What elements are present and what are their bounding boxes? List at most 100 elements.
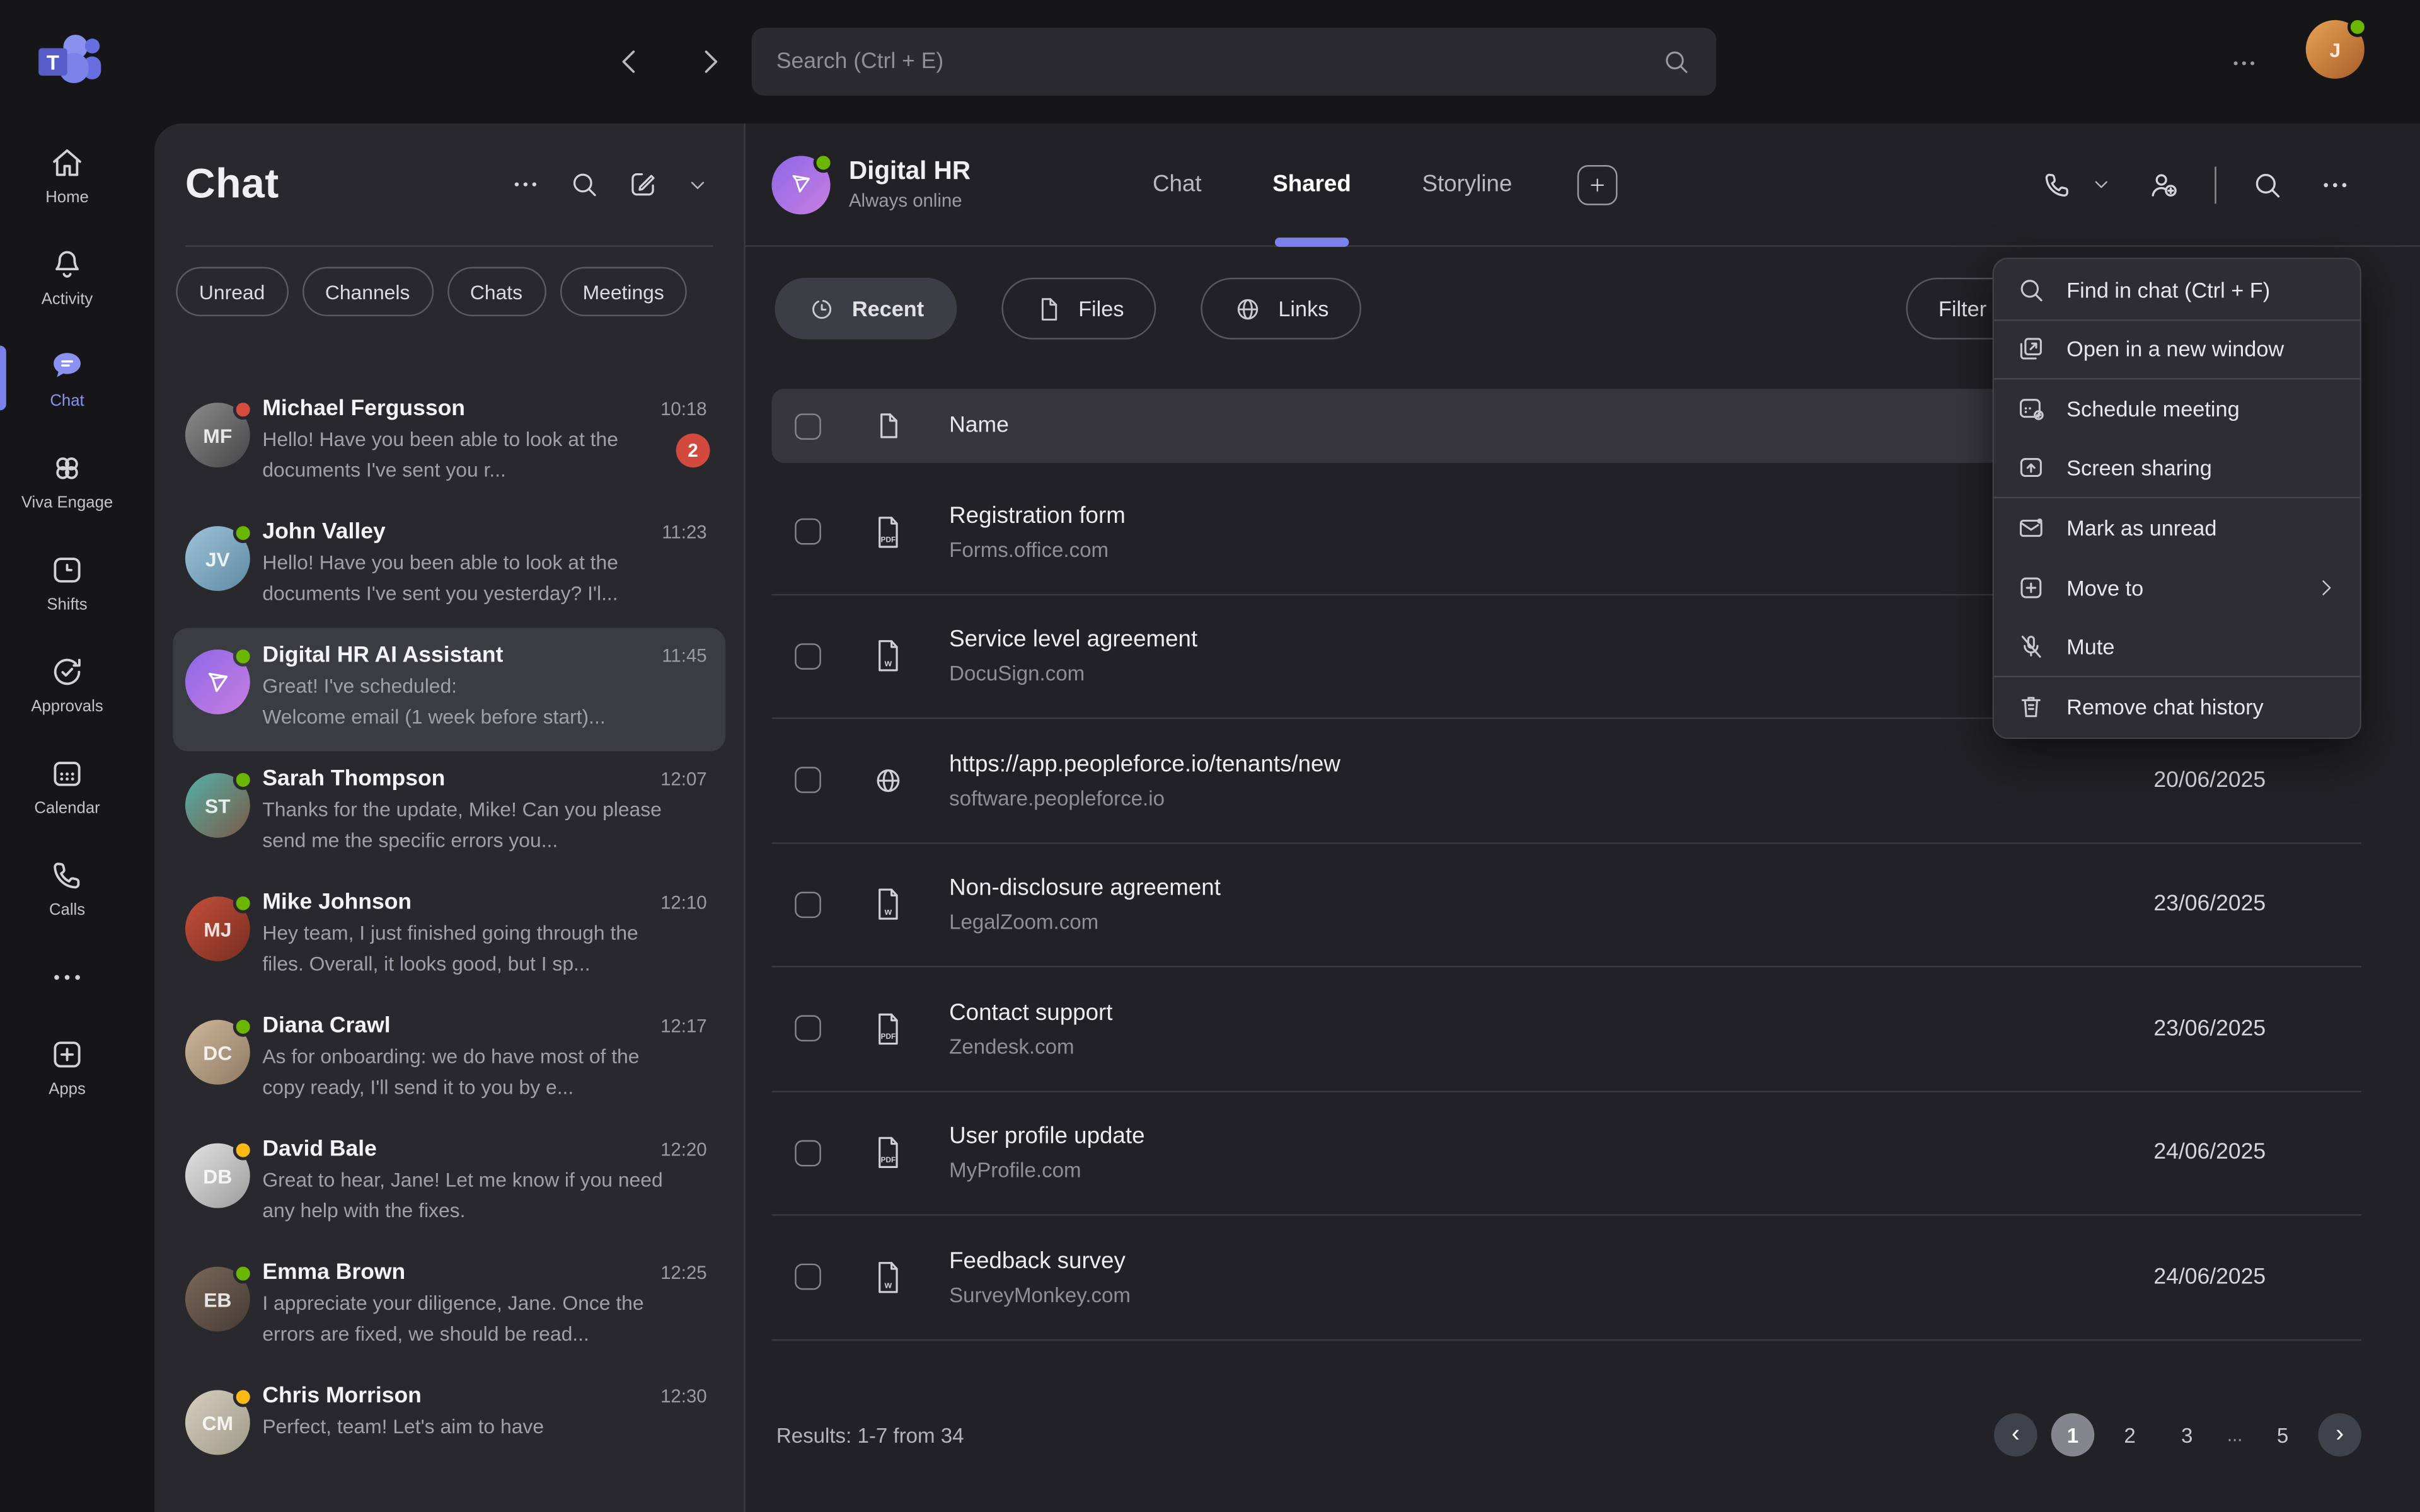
presence-indicator [233, 646, 253, 667]
avatar: MF [185, 403, 250, 467]
page-button[interactable]: 3 [2165, 1413, 2209, 1457]
forward-button[interactable] [691, 40, 729, 84]
page-button[interactable]: ... [2223, 1413, 2247, 1457]
menu-item-label: Move to [2066, 575, 2143, 600]
menu-item[interactable]: Mute [1994, 617, 2360, 677]
rail-item[interactable]: Chat [0, 327, 134, 429]
select-all-checkbox[interactable] [795, 413, 821, 439]
chat-filter-pill[interactable]: Chats [447, 267, 546, 316]
menu-item-icon [2015, 452, 2046, 483]
conversation-preview: Hello! Have you been able to look at the… [262, 547, 706, 608]
rail-item[interactable]: Calls [0, 836, 134, 938]
row-checkbox[interactable] [795, 518, 821, 545]
menu-item[interactable]: Open in a new window [1994, 320, 2360, 379]
chat-options-button[interactable] [2318, 168, 2352, 202]
find-in-chat-button[interactable] [2250, 168, 2285, 202]
plus-icon [1586, 174, 1608, 195]
chat-tabs: Chat Shared Storyline [1153, 123, 1512, 245]
chat-search-button[interactable] [568, 168, 600, 200]
conversation-item[interactable]: CM Chris Morrison 12:30 Perfect, team! L… [173, 1368, 725, 1492]
table-row[interactable]: PDF User profile update MyProfile.com 24… [771, 1092, 2361, 1216]
conversation-item[interactable]: DC Diana Crawl 12:17 As for onboarding: … [173, 998, 725, 1121]
divider [2215, 166, 2216, 203]
page-button[interactable]: ‹ [1994, 1413, 2037, 1457]
conversation-item[interactable]: MJ Mike Johnson 12:10 Hey team, I just f… [173, 875, 725, 999]
rail-item[interactable] [0, 938, 134, 1015]
chat-tab[interactable]: Chat [1153, 123, 1202, 245]
menu-item[interactable]: Mark as unread [1994, 498, 2360, 558]
menu-item[interactable]: Remove chat history [1994, 677, 2360, 736]
menu-item-icon [2015, 513, 2046, 544]
peer-avatar[interactable] [771, 155, 830, 214]
view-pill[interactable]: Recent [775, 278, 956, 340]
conversation-item[interactable]: EB Emma Brown 12:25 I appreciate your di… [173, 1245, 725, 1368]
new-chat-button[interactable] [626, 168, 659, 200]
conversation-list: MF Michael Fergusson 10:18 Hello! Have y… [154, 381, 744, 1512]
search-input[interactable] [776, 49, 1661, 74]
rail-item[interactable]: Viva Engage [0, 429, 134, 531]
conversation-time: 12:30 [660, 1385, 707, 1407]
page-button[interactable]: 2 [2108, 1413, 2152, 1457]
rail-item[interactable]: Activity [0, 226, 134, 328]
presence-indicator [233, 893, 253, 914]
menu-item-icon [2015, 631, 2046, 662]
conversation-preview: Perfect, team! Let's aim to have [262, 1412, 706, 1442]
page-button[interactable]: › [2318, 1413, 2361, 1457]
rail-item[interactable]: Approvals [0, 633, 134, 735]
table-row[interactable]: PDF Contact support Zendesk.com 23/06/20… [771, 968, 2361, 1092]
call-button[interactable] [2041, 168, 2075, 202]
presence-indicator [233, 399, 253, 420]
chat-filter-pill[interactable]: Meetings [560, 267, 688, 316]
view-pill-icon [1233, 294, 1263, 324]
menu-item[interactable]: Screen sharing [1994, 439, 2360, 498]
chat-tab[interactable]: Storyline [1422, 123, 1512, 245]
row-checkbox[interactable] [795, 1140, 821, 1166]
chevron-down-icon[interactable] [685, 172, 710, 197]
rail-item[interactable]: Calendar [0, 735, 134, 837]
user-avatar[interactable]: J [2306, 20, 2365, 79]
rail-item[interactable]: Shifts [0, 530, 134, 633]
rail-item-icon [48, 551, 86, 589]
back-button[interactable] [611, 40, 648, 84]
chat-list-panel: Chat Unread Channels [154, 123, 746, 1512]
topbar-more-button[interactable] [2228, 48, 2259, 79]
page-button[interactable]: 5 [2261, 1413, 2305, 1457]
conversation-item[interactable]: JV John Valley 11:23 Hello! Have you bee… [173, 505, 725, 628]
global-search[interactable] [752, 28, 1717, 96]
unread-badge: 2 [676, 433, 710, 467]
add-people-button[interactable] [2147, 168, 2181, 202]
row-checkbox[interactable] [795, 1016, 821, 1042]
row-checkbox[interactable] [795, 767, 821, 794]
conversation-item[interactable]: MF Michael Fergusson 10:18 Hello! Have y… [173, 381, 725, 505]
row-checkbox[interactable] [795, 1264, 821, 1290]
chat-more-button[interactable] [509, 168, 541, 200]
conversation-item[interactable]: Digital HR AI Assistant 11:45 Great! I'v… [173, 628, 725, 752]
call-options-chevron-icon[interactable] [2090, 173, 2113, 196]
chat-filter-pill[interactable]: Unread [176, 267, 288, 316]
file-domain: LegalZoom.com [949, 911, 1221, 934]
table-row[interactable]: w Non-disclosure agreement LegalZoom.com… [771, 843, 2361, 967]
rail-item-label: Viva Engage [21, 494, 113, 512]
view-pill[interactable]: Files [1001, 278, 1156, 340]
rail-item[interactable]: Apps [0, 1015, 134, 1117]
file-domain: MyProfile.com [949, 1159, 1144, 1183]
menu-item[interactable]: Schedule meeting [1994, 379, 2360, 438]
row-checkbox[interactable] [795, 643, 821, 670]
menu-item[interactable]: Find in chat (Ctrl + F) [1994, 261, 2360, 320]
menu-item-icon [2015, 691, 2046, 722]
rail-item[interactable]: Home [0, 123, 134, 226]
add-tab-button[interactable] [1577, 164, 1617, 205]
page-button[interactable]: 1 [2051, 1413, 2095, 1457]
conversation-preview: As for onboarding: we do have most of th… [262, 1041, 706, 1102]
row-checkbox[interactable] [795, 891, 821, 918]
view-pill[interactable]: Links [1201, 278, 1361, 340]
table-row[interactable]: w Feedback survey SurveyMonkey.com 24/06… [771, 1216, 2361, 1340]
menu-item[interactable]: Move to [1994, 558, 2360, 617]
chat-filter-pill[interactable]: Channels [302, 267, 433, 316]
conversation-time: 12:25 [660, 1262, 707, 1283]
conversation-item[interactable]: ST Sarah Thompson 12:07 Thanks for the u… [173, 752, 725, 875]
conversation-item[interactable]: DB David Bale 12:20 Great to hear, Jane!… [173, 1121, 725, 1245]
avatar: EB [185, 1267, 250, 1332]
chat-tab[interactable]: Shared [1272, 123, 1351, 245]
svg-text:w: w [884, 1280, 892, 1290]
